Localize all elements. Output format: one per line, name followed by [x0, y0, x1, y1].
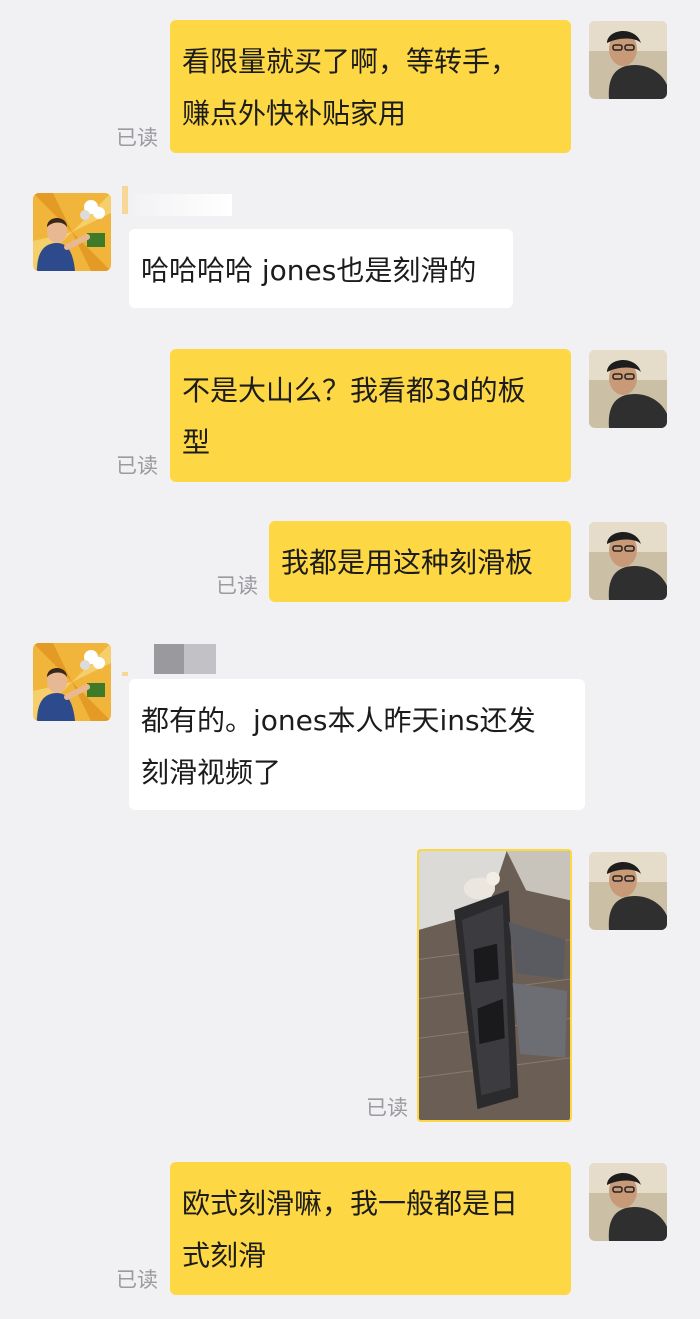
avatar-contact-image: [33, 193, 111, 271]
snowboard-bag-photo: [419, 851, 570, 1120]
message-text-line: 式刻滑: [182, 1239, 267, 1272]
read-status: 已读: [366, 1096, 408, 1120]
read-status: 已读: [116, 1268, 158, 1292]
avatar-self[interactable]: [589, 350, 667, 428]
read-status: 已读: [216, 574, 258, 598]
avatar-contact[interactable]: [33, 643, 111, 721]
message-text-line: 看限量就买了啊，等转手，: [182, 45, 519, 78]
message-bubble-incoming[interactable]: 哈哈哈哈 jones也是刻滑的: [129, 229, 513, 308]
message-text-line: 赚点外快补贴家用: [182, 97, 407, 130]
message-bubble-outgoing[interactable]: 不是大山么？我看都3d的板 型: [170, 349, 571, 482]
image-message-snowboard-bag[interactable]: [417, 849, 572, 1122]
avatar-self[interactable]: [589, 522, 667, 600]
avatar-self-image: [589, 852, 667, 930]
nickname-redacted: [122, 644, 222, 676]
avatar-self-image: [589, 350, 667, 428]
avatar-self[interactable]: [589, 1163, 667, 1241]
avatar-contact[interactable]: [33, 193, 111, 271]
message-text-line: 我都是用这种刻滑板: [281, 546, 534, 579]
message-bubble-outgoing[interactable]: 看限量就买了啊，等转手， 赚点外快补贴家用: [170, 20, 571, 153]
message-text-line: 哈哈哈哈 jones也是刻滑的: [141, 254, 477, 287]
avatar-self[interactable]: [589, 21, 667, 99]
read-status: 已读: [116, 454, 158, 478]
message-text-line: 型: [182, 426, 211, 459]
avatar-contact-image: [33, 643, 111, 721]
avatar-self-image: [589, 1163, 667, 1241]
message-text-line: 欧式刻滑嘛，我一般都是日: [182, 1187, 519, 1220]
message-bubble-outgoing[interactable]: 欧式刻滑嘛，我一般都是日 式刻滑: [170, 1162, 571, 1295]
message-bubble-outgoing[interactable]: 我都是用这种刻滑板: [269, 521, 571, 602]
nickname-redacted: [122, 186, 232, 220]
message-text-line: 都有的。jones本人昨天ins还发: [141, 704, 536, 737]
avatar-self-image: [589, 21, 667, 99]
message-bubble-incoming[interactable]: 都有的。jones本人昨天ins还发 刻滑视频了: [129, 679, 585, 810]
message-text-line: 刻滑视频了: [141, 756, 282, 789]
read-status: 已读: [116, 126, 158, 150]
avatar-self-image: [589, 522, 667, 600]
message-text-line: 不是大山么？我看都3d的板: [182, 374, 526, 407]
avatar-self[interactable]: [589, 852, 667, 930]
